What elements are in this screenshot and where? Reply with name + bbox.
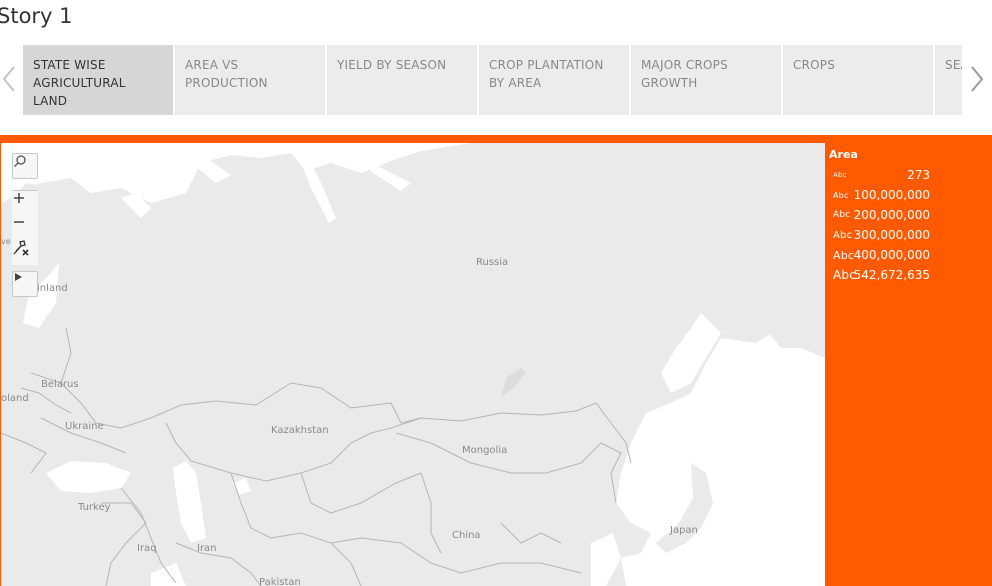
zoom-in-button[interactable] — [12, 191, 38, 217]
pin-reset-icon — [13, 240, 29, 256]
map-label-kazakhstan: Kazakhstan — [271, 425, 329, 436]
map-search-button[interactable] — [12, 153, 38, 179]
legend-size-swatch: Abc — [833, 248, 855, 262]
next-story-point-button[interactable] — [968, 64, 986, 94]
tab-season-production[interactable]: SEASON PR — [935, 45, 962, 115]
map-label-russia: Russia — [476, 257, 509, 268]
map-base-layer — [1, 143, 825, 586]
legend-size-swatch: Abc — [833, 190, 849, 200]
legend-item[interactable]: Abc 100,000,000 — [829, 185, 989, 205]
legend-size-swatch: Abc — [833, 268, 857, 282]
tab-crops[interactable]: CROPS — [783, 45, 933, 115]
tab-yield-by-season[interactable]: YIELD BY SEASON — [327, 45, 477, 115]
map-label-pakistan: Pakistan — [259, 577, 301, 586]
expand-arrow-icon — [15, 273, 22, 281]
legend-value: 542,672,635 — [853, 268, 930, 282]
legend-size-swatch: Abc — [833, 171, 847, 179]
map-label-turkey: Turkey — [78, 502, 111, 513]
dashboard-container: Russia Kazakhstan Mongolia China Japan B… — [0, 135, 992, 586]
area-legend: Area Abc 273 Abc 100,000,000 Abc 200,000… — [829, 148, 989, 285]
zoom-out-icon — [14, 221, 24, 223]
map-label-iran: Iran — [197, 543, 217, 554]
map-label-finland: inland — [37, 283, 68, 294]
previous-story-point-button[interactable] — [0, 64, 18, 94]
map-view[interactable]: Russia Kazakhstan Mongolia China Japan B… — [1, 143, 825, 586]
map-label-iraq: Iraq — [137, 543, 157, 554]
legend-item[interactable]: Abc 400,000,000 — [829, 245, 989, 265]
legend-value: 200,000,000 — [853, 208, 930, 222]
chevron-right-icon — [971, 66, 984, 92]
story-title: Story 1 — [0, 4, 73, 28]
story-tabs: STATE WISE AGRICULTURAL LAND AREA VS PRO… — [23, 45, 962, 115]
zoom-in-icon — [14, 193, 24, 203]
legend-value: 273 — [907, 168, 930, 182]
map-label-japan: Japan — [670, 525, 698, 536]
legend-item[interactable]: Abc 542,672,635 — [829, 265, 989, 285]
chevron-left-icon — [2, 66, 15, 92]
legend-value: 400,000,000 — [853, 248, 930, 262]
legend-item[interactable]: Abc 273 — [829, 165, 989, 185]
map-label-belarus: Belarus — [41, 379, 79, 390]
expand-toolbar-button[interactable] — [12, 271, 38, 297]
map-label-china: China — [452, 530, 481, 541]
map-label-sweden: ve — [1, 237, 11, 246]
map-label-mongolia: Mongolia — [462, 445, 508, 456]
tab-major-crops-growth[interactable]: MAJOR CROPS GROWTH — [631, 45, 781, 115]
legend-size-swatch: Abc — [833, 229, 853, 241]
reset-map-button[interactable] — [12, 239, 38, 265]
legend-item[interactable]: Abc 200,000,000 — [829, 205, 989, 225]
map-label-ukraine: Ukraine — [65, 421, 104, 432]
search-icon — [14, 155, 26, 167]
zoom-out-button[interactable] — [12, 215, 38, 241]
legend-value: 100,000,000 — [853, 188, 930, 202]
legend-item[interactable]: Abc 300,000,000 — [829, 225, 989, 245]
tab-area-vs-production[interactable]: AREA VS PRODUCTION — [175, 45, 325, 115]
tab-state-wise-agricultural-land[interactable]: STATE WISE AGRICULTURAL LAND — [23, 45, 173, 115]
map-label-poland: oland — [1, 393, 29, 404]
legend-value: 300,000,000 — [853, 228, 930, 242]
legend-title: Area — [829, 148, 858, 161]
tab-crop-plantation-by-area[interactable]: CROP PLANTATION BY AREA — [479, 45, 629, 115]
map-zoom-controls — [12, 190, 38, 265]
legend-size-swatch: Abc — [833, 210, 851, 220]
